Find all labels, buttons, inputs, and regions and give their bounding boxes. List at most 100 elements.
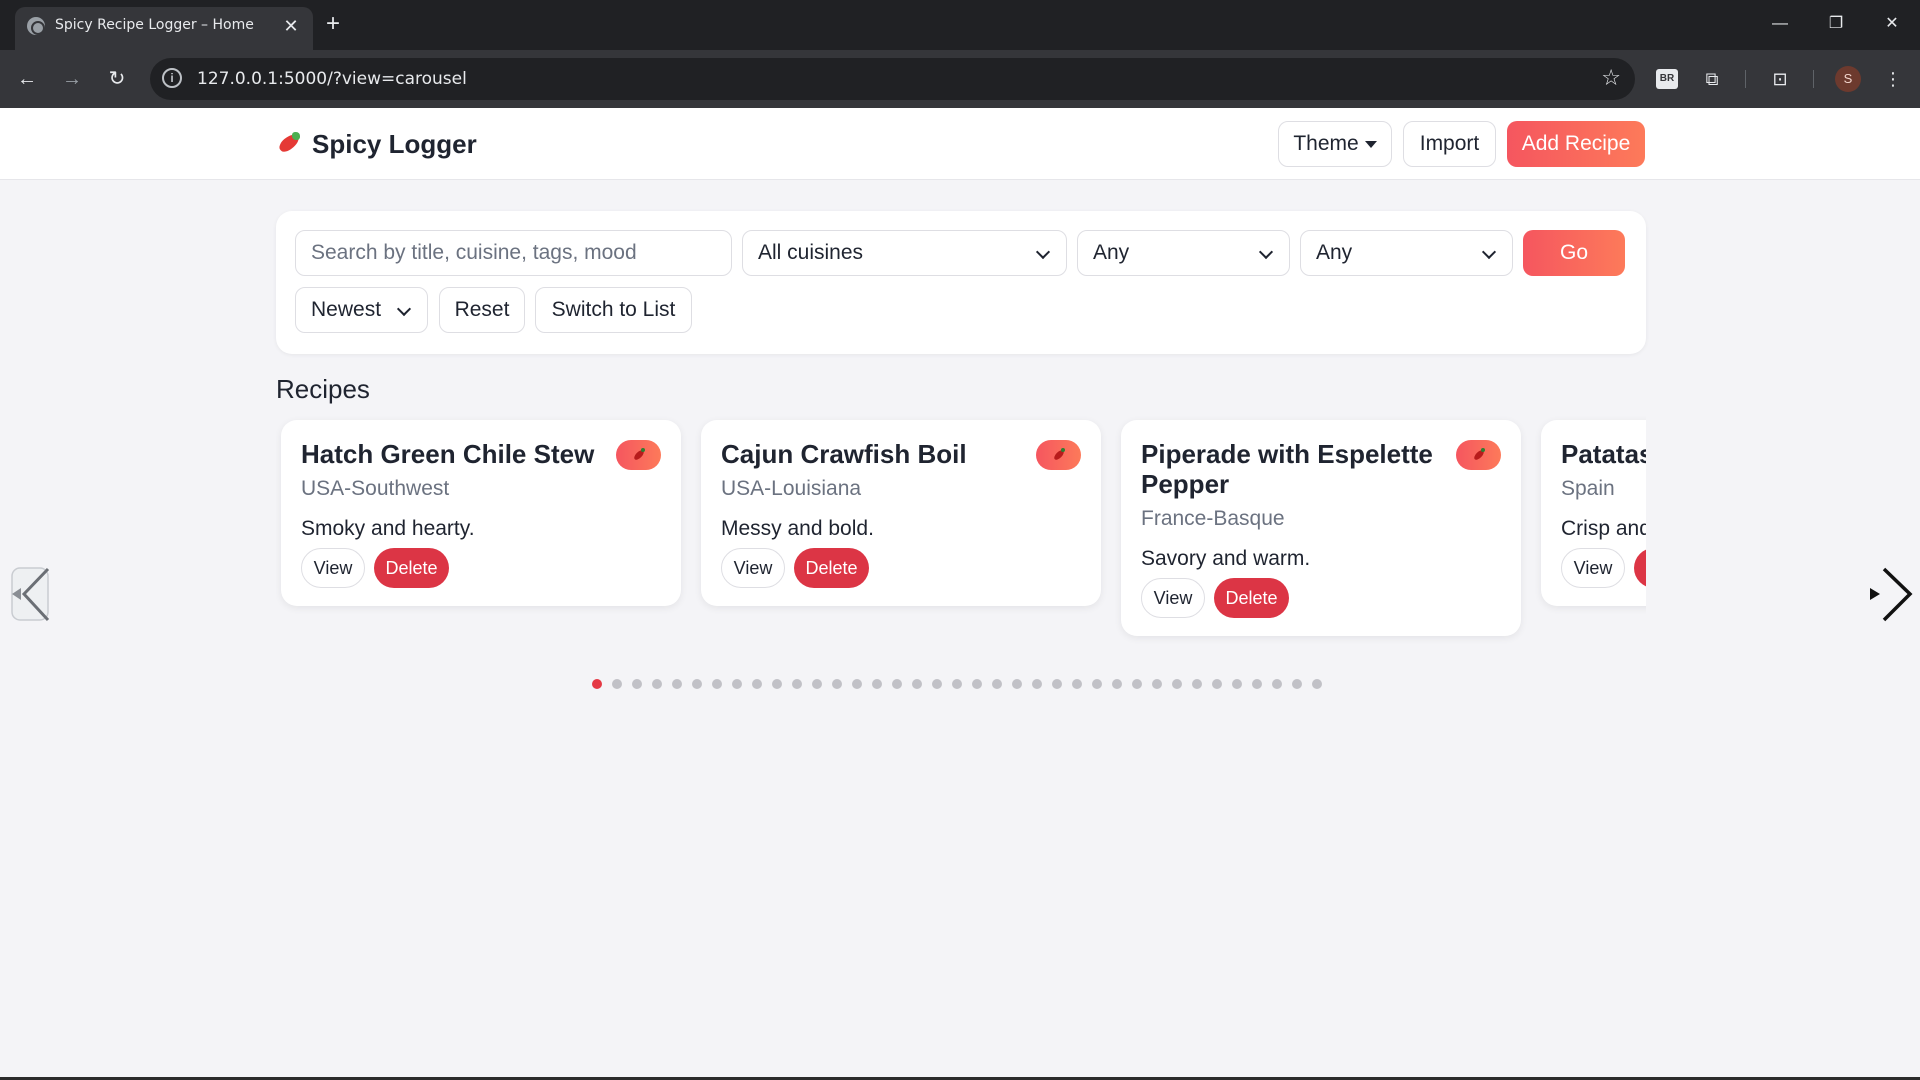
carousel-dot[interactable] (1112, 679, 1122, 689)
carousel-dot[interactable] (812, 679, 822, 689)
globe-icon (27, 17, 45, 35)
address-bar[interactable]: i 127.0.0.1:5000/?view=carousel ☆ (150, 58, 1635, 100)
carousel-dot[interactable] (632, 679, 642, 689)
carousel-dot[interactable] (692, 679, 702, 689)
recipe-description: Messy and bold. (721, 517, 874, 540)
recipe-description: Crisp and spicy. (1561, 517, 1646, 540)
back-icon[interactable]: ← (10, 62, 44, 96)
bookmark-star-icon[interactable]: ☆ (1601, 65, 1621, 91)
browser-tab[interactable]: Spicy Recipe Logger – Home ✕ (15, 7, 313, 50)
kebab-menu-icon[interactable]: ⋮ (1878, 64, 1908, 94)
filter-select-3-value: Any (1316, 241, 1353, 264)
tab-search-icon[interactable]: ⊡ (1765, 64, 1795, 94)
carousel-dot[interactable] (712, 679, 722, 689)
carousel-dot[interactable] (912, 679, 922, 689)
delete-button[interactable]: Delete (794, 548, 869, 588)
theme-label: Theme (1293, 132, 1359, 155)
carousel-dot[interactable] (752, 679, 762, 689)
carousel-dot[interactable] (592, 679, 602, 689)
go-button[interactable]: Go (1523, 230, 1625, 276)
carousel-dot[interactable] (1312, 679, 1322, 689)
recipe-card: Cajun Crawfish Boil USA-Louisiana Messy … (701, 420, 1101, 606)
carousel-dot[interactable] (1012, 679, 1022, 689)
carousel-dot[interactable] (1132, 679, 1142, 689)
recipe-title: Cajun Crawfish Boil (721, 439, 967, 469)
carousel-dot[interactable] (1252, 679, 1262, 689)
carousel-dot[interactable] (1032, 679, 1042, 689)
carousel-dot[interactable] (892, 679, 902, 689)
carousel-prev-arrow-icon[interactable] (10, 565, 52, 625)
carousel-pagination (592, 679, 1322, 691)
recipe-description: Smoky and hearty. (301, 517, 475, 540)
import-button[interactable]: Import (1403, 121, 1496, 167)
add-recipe-button[interactable]: Add Recipe (1507, 121, 1645, 167)
chili-pepper-icon (632, 448, 646, 462)
view-button[interactable]: View (1141, 578, 1205, 618)
delete-button[interactable]: Delete (374, 548, 449, 588)
view-button[interactable]: View (301, 548, 365, 588)
carousel-dot[interactable] (1052, 679, 1062, 689)
view-button[interactable]: View (1561, 548, 1625, 588)
carousel-dot[interactable] (1152, 679, 1162, 689)
toolbar-divider (1745, 70, 1746, 88)
view-button[interactable]: View (721, 548, 785, 588)
extensions-puzzle-icon[interactable]: ⧉ (1697, 64, 1727, 94)
theme-dropdown-button[interactable]: Theme (1278, 121, 1392, 167)
recipe-carousel: Hatch Green Chile Stew USA-Southwest Smo… (276, 415, 1646, 655)
switch-to-list-button[interactable]: Switch to List (535, 287, 692, 333)
minimize-icon[interactable]: — (1752, 0, 1808, 50)
reload-icon[interactable]: ↻ (100, 62, 134, 96)
carousel-dot[interactable] (1212, 679, 1222, 689)
filter-select-3[interactable]: Any (1300, 230, 1513, 276)
heat-badge (1456, 440, 1501, 470)
search-input[interactable]: Search by title, cuisine, tags, mood (295, 230, 732, 276)
carousel-dot[interactable] (1092, 679, 1102, 689)
recipe-description: Savory and warm. (1141, 547, 1311, 570)
delete-button[interactable]: Delete (1634, 548, 1646, 588)
window-close-icon[interactable]: ✕ (1864, 0, 1920, 50)
chevron-down-icon (396, 301, 412, 317)
recipe-cuisine: USA-Southwest (301, 477, 450, 500)
reset-button[interactable]: Reset (439, 287, 525, 333)
chevron-down-icon (1481, 244, 1497, 260)
recipe-title: Piperade with Espelette Pepper (1141, 439, 1433, 499)
recipe-cuisine: USA-Louisiana (721, 477, 862, 500)
carousel-dot[interactable] (1192, 679, 1202, 689)
carousel-dot[interactable] (1172, 679, 1182, 689)
forward-icon[interactable]: → (55, 62, 89, 96)
carousel-dot[interactable] (872, 679, 882, 689)
carousel-dot[interactable] (932, 679, 942, 689)
carousel-next-arrow-icon[interactable] (1866, 565, 1920, 625)
sort-select[interactable]: Newest (295, 287, 428, 333)
carousel-dot[interactable] (1232, 679, 1242, 689)
carousel-dot[interactable] (732, 679, 742, 689)
carousel-dot[interactable] (992, 679, 1002, 689)
carousel-dot[interactable] (952, 679, 962, 689)
carousel-dot[interactable] (612, 679, 622, 689)
extension-br-icon[interactable]: BR (1656, 69, 1678, 89)
url-text: 127.0.0.1:5000/?view=carousel (197, 69, 467, 89)
chevron-down-icon (1035, 244, 1051, 260)
carousel-dot[interactable] (1292, 679, 1302, 689)
delete-button[interactable]: Delete (1214, 578, 1289, 618)
recipe-card: Hatch Green Chile Stew USA-Southwest Smo… (281, 420, 681, 606)
carousel-dot[interactable] (772, 679, 782, 689)
site-info-icon[interactable]: i (162, 68, 182, 88)
carousel-dot[interactable] (1272, 679, 1282, 689)
brand[interactable]: Spicy Logger (276, 128, 477, 160)
filter-select-2[interactable]: Any (1077, 230, 1290, 276)
carousel-dot[interactable] (972, 679, 982, 689)
cuisine-select[interactable]: All cuisines (742, 230, 1067, 276)
carousel-dot[interactable] (852, 679, 862, 689)
new-tab-icon[interactable]: + (318, 10, 348, 40)
recipe-cuisine: France-Basque (1141, 507, 1285, 530)
carousel-dot[interactable] (1072, 679, 1082, 689)
carousel-dot[interactable] (832, 679, 842, 689)
profile-avatar[interactable]: S (1835, 66, 1861, 92)
tab-close-icon[interactable]: ✕ (279, 14, 303, 38)
restore-icon[interactable]: ❐ (1808, 0, 1864, 50)
chili-pepper-icon (276, 130, 302, 158)
carousel-dot[interactable] (652, 679, 662, 689)
carousel-dot[interactable] (672, 679, 682, 689)
carousel-dot[interactable] (792, 679, 802, 689)
